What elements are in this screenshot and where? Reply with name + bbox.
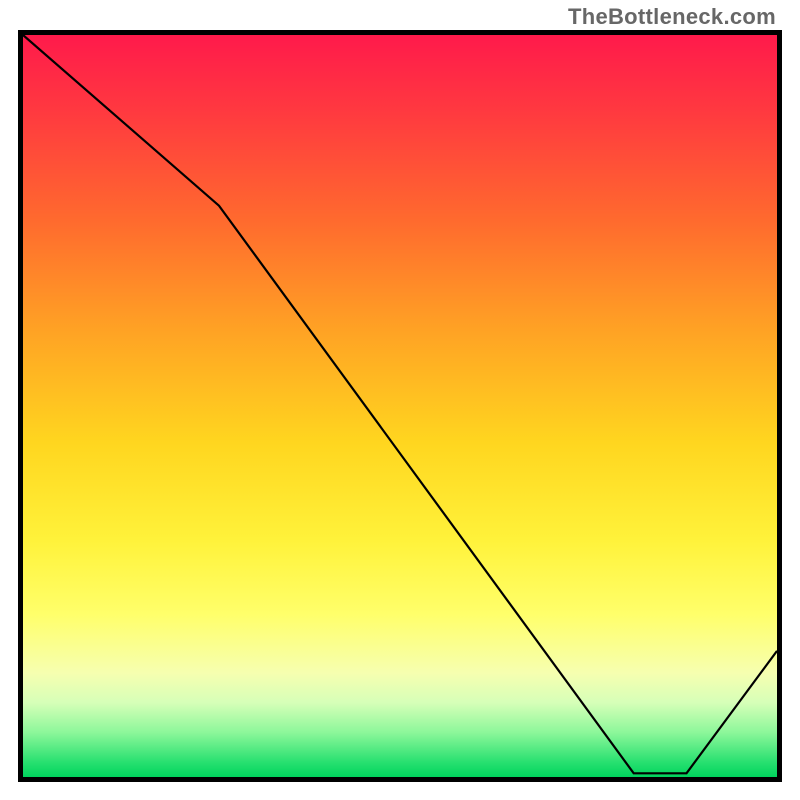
curve-svg [23,35,777,777]
bottleneck-curve [23,35,777,773]
chart-container: TheBottleneck.com [0,0,800,800]
watermark-label: TheBottleneck.com [568,4,776,30]
plot-area [18,30,782,782]
